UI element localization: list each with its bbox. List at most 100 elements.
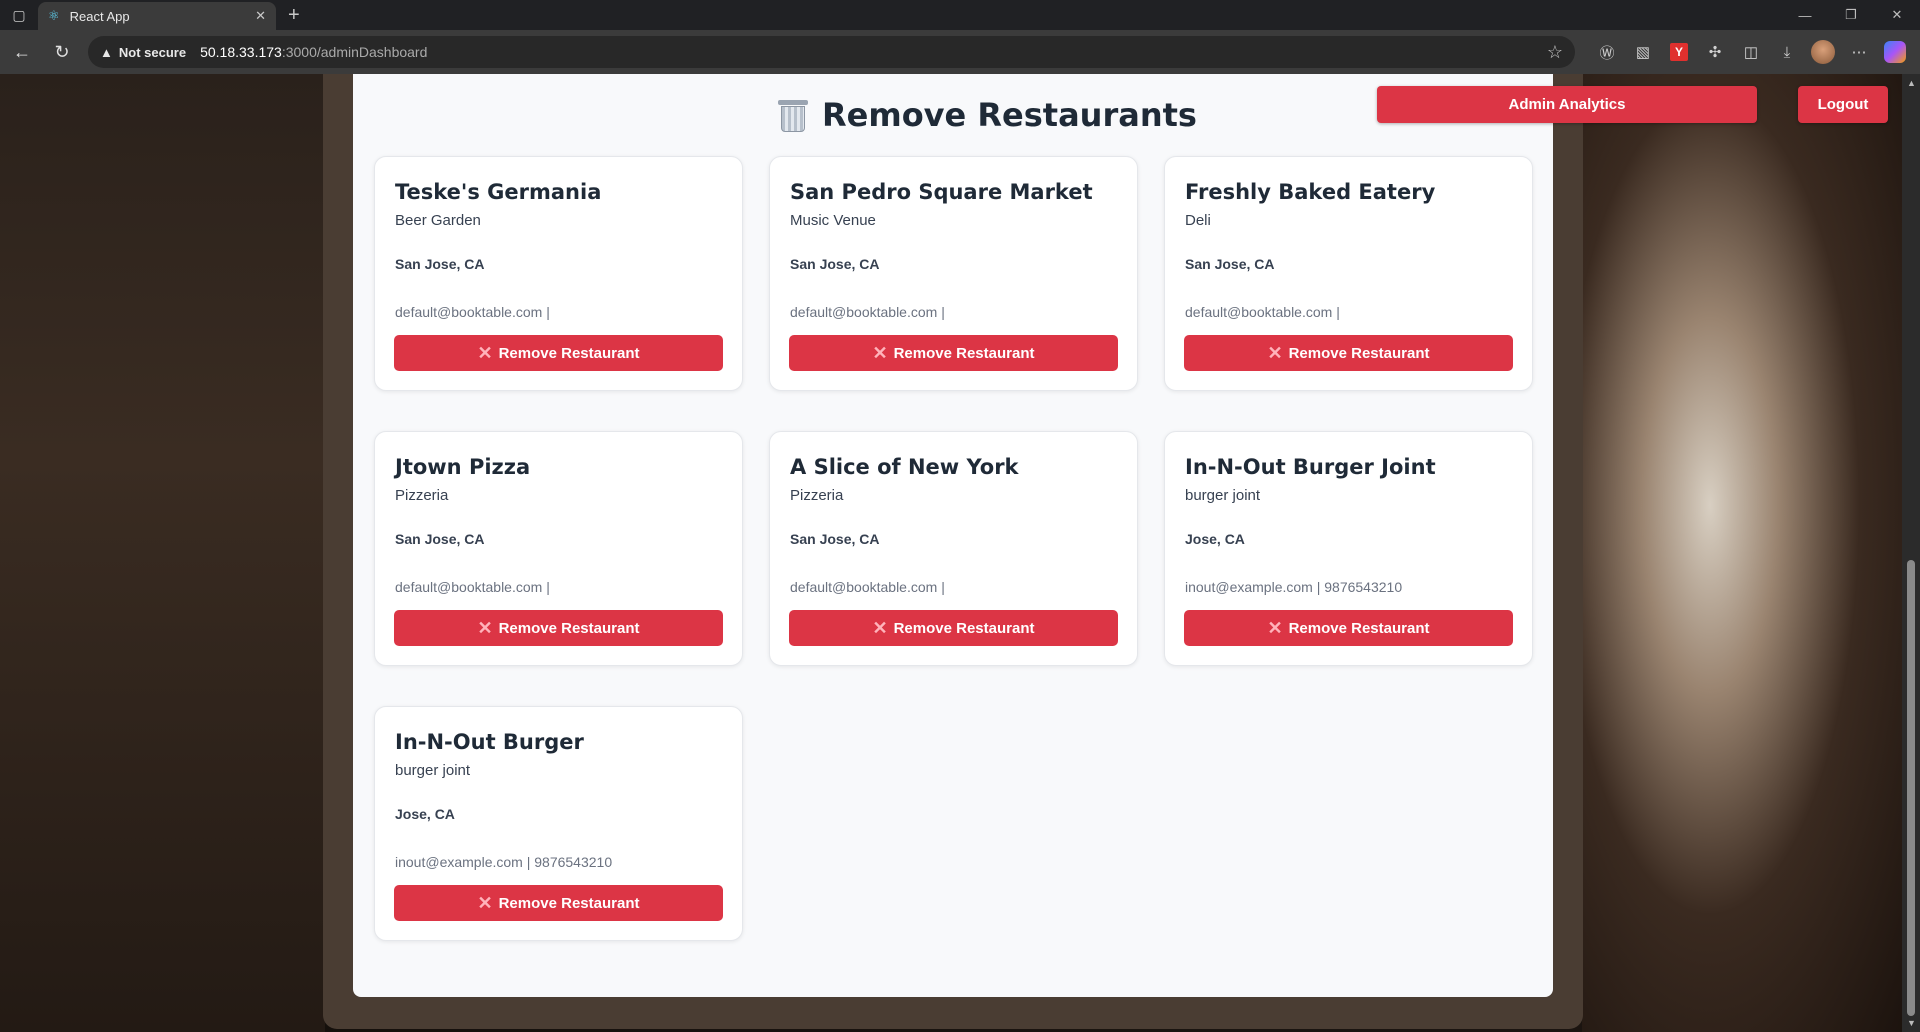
restaurant-location: Jose, CA [1185, 531, 1245, 547]
restaurant-location: San Jose, CA [1185, 256, 1275, 272]
restaurant-contact: default@booktable.com | [790, 304, 945, 320]
restaurant-name: A Slice of New York [790, 455, 1019, 479]
restaurant-category: Beer Garden [395, 212, 481, 229]
remove-button-label: Remove Restaurant [893, 619, 1035, 637]
tab-actions-icon[interactable]: ▢ [0, 0, 38, 30]
background-image-left [0, 74, 325, 1032]
url-path: :3000/adminDashboard [281, 44, 428, 60]
remove-button-label: Remove Restaurant [1288, 619, 1430, 637]
extensions-puzzle-icon[interactable]: ✣ [1697, 36, 1733, 68]
background-image-right [1582, 74, 1902, 1032]
restaurant-category: burger joint [395, 762, 471, 779]
restaurant-card: A Slice of New York Pizzeria San Jose, CA d… [769, 431, 1138, 666]
remove-restaurant-button[interactable]: ✕ Remove Restaurant [789, 610, 1118, 646]
browser-tab[interactable]: ⚛ React App ✕ [38, 2, 276, 30]
close-tab-icon[interactable]: ✕ [255, 8, 266, 24]
remove-button-label: Remove Restaurant [1288, 344, 1430, 362]
restaurant-name: San Pedro Square Market [790, 180, 1093, 204]
remove-restaurant-button[interactable]: ✕ Remove Restaurant [394, 885, 723, 921]
browser-tab-bar: ▢ ⚛ React App ✕ + — ❐ ✕ [0, 0, 1920, 30]
tab-title: React App [69, 8, 130, 24]
url-host: 50.18.33.173 [200, 44, 282, 60]
restaurant-card: In-N-Out Burger burger joint Jose, CA inout… [374, 706, 743, 941]
window-controls: — ❐ ✕ [1782, 0, 1920, 30]
remove-button-label: Remove Restaurant [498, 894, 640, 912]
page-title: Remove Restaurants [778, 96, 1197, 134]
scroll-down-arrow-icon[interactable]: ▼ [1907, 1018, 1916, 1028]
profile-avatar[interactable] [1811, 40, 1835, 64]
close-x-icon: ✕ [872, 342, 888, 363]
not-secure-label: Not secure [118, 44, 187, 60]
extension-s-icon[interactable]: ▧ [1625, 36, 1661, 68]
reload-icon[interactable]: ↻ [44, 34, 80, 70]
panel-header: Remove Restaurants [353, 74, 1553, 158]
close-x-icon: ✕ [1267, 617, 1283, 638]
restaurant-category: Music Venue [790, 212, 876, 229]
restaurant-name: Freshly Baked Eatery [1185, 180, 1436, 204]
page-scrollbar[interactable]: ▲ ▼ [1902, 74, 1920, 1032]
restaurant-card: In-N-Out Burger Joint burger joint Jose, C… [1164, 431, 1533, 666]
restaurant-location: San Jose, CA [790, 531, 880, 547]
minimize-icon[interactable]: — [1782, 0, 1828, 30]
restaurant-contact: default@booktable.com | [790, 579, 945, 595]
restaurant-contact: default@booktable.com | [1185, 304, 1340, 320]
restaurant-category: Pizzeria [790, 487, 844, 504]
browser-toolbar: ← ↻ ▲ Not secure 50.18.33.173 :3000/admi… [0, 30, 1920, 74]
extension-w-icon[interactable]: Ⓦ [1589, 36, 1625, 68]
remove-restaurant-button[interactable]: ✕ Remove Restaurant [394, 610, 723, 646]
split-screen-icon[interactable]: ◫ [1733, 36, 1769, 68]
restore-icon[interactable]: ❐ [1828, 0, 1874, 30]
copilot-icon[interactable] [1884, 41, 1906, 63]
restaurant-name: Jtown Pizza [395, 455, 531, 479]
restaurant-card: Jtown Pizza Pizzeria San Jose, CA default@b… [374, 431, 743, 666]
warning-icon: ▲ [100, 44, 113, 60]
close-window-icon[interactable]: ✕ [1874, 0, 1920, 30]
more-menu-icon[interactable]: ⋯ [1841, 36, 1877, 68]
restaurant-grid: Teske's Germania Beer Garden San Jose, CA d… [374, 156, 1534, 941]
restaurant-name: In-N-Out Burger Joint [1185, 455, 1436, 479]
extension-y-icon[interactable]: Y [1670, 43, 1688, 61]
remove-restaurant-button[interactable]: ✕ Remove Restaurant [1184, 335, 1513, 371]
remove-button-label: Remove Restaurant [498, 344, 640, 362]
remove-restaurant-button[interactable]: ✕ Remove Restaurant [394, 335, 723, 371]
logout-button[interactable]: Logout [1798, 86, 1888, 123]
restaurant-card: San Pedro Square Market Music Venue San Jo… [769, 156, 1138, 391]
page-viewport: Remove Restaurants Teske's Germania Beer … [0, 74, 1902, 1032]
back-icon[interactable]: ← [4, 34, 40, 70]
restaurant-contact: inout@example.com | 9876543210 [1185, 579, 1403, 595]
address-bar[interactable]: ▲ Not secure 50.18.33.173 :3000/adminDas… [88, 36, 1575, 68]
restaurant-name: In-N-Out Burger [395, 730, 584, 754]
restaurant-category: Pizzeria [395, 487, 449, 504]
restaurant-location: San Jose, CA [395, 531, 485, 547]
admin-analytics-button[interactable]: Admin Analytics [1377, 86, 1757, 123]
scrollbar-thumb[interactable] [1907, 560, 1915, 1016]
remove-button-label: Remove Restaurant [893, 344, 1035, 362]
close-x-icon: ✕ [477, 342, 493, 363]
restaurant-card: Teske's Germania Beer Garden San Jose, CA d… [374, 156, 743, 391]
scroll-up-arrow-icon[interactable]: ▲ [1907, 78, 1916, 88]
downloads-icon[interactable]: ⤓ [1769, 36, 1805, 68]
restaurant-name: Teske's Germania [395, 180, 602, 204]
close-x-icon: ✕ [477, 617, 493, 638]
page-title-text: Remove Restaurants [822, 96, 1197, 134]
restaurant-location: San Jose, CA [395, 256, 485, 272]
restaurant-contact: default@booktable.com | [395, 579, 550, 595]
remove-restaurant-button[interactable]: ✕ Remove Restaurant [1184, 610, 1513, 646]
remove-restaurant-button[interactable]: ✕ Remove Restaurant [789, 335, 1118, 371]
restaurant-location: San Jose, CA [790, 256, 880, 272]
bookmark-star-icon[interactable]: ☆ [1547, 42, 1563, 63]
restaurant-category: burger joint [1185, 487, 1261, 504]
restaurant-category: Deli [1185, 212, 1211, 229]
extension-icons: Ⓦ ▧ Y ✣ ◫ ⤓ ⋯ [1589, 36, 1913, 68]
react-favicon-icon: ⚛ [48, 8, 60, 23]
new-tab-icon[interactable]: + [288, 4, 300, 27]
wastebasket-icon [778, 98, 808, 132]
restaurant-location: Jose, CA [395, 806, 455, 822]
close-x-icon: ✕ [872, 617, 888, 638]
remove-button-label: Remove Restaurant [498, 619, 640, 637]
close-x-icon: ✕ [1267, 342, 1283, 363]
restaurant-contact: default@booktable.com | [395, 304, 550, 320]
restaurant-contact: inout@example.com | 9876543210 [395, 854, 613, 870]
admin-panel: Remove Restaurants Teske's Germania Beer … [353, 74, 1553, 997]
close-x-icon: ✕ [477, 892, 493, 913]
